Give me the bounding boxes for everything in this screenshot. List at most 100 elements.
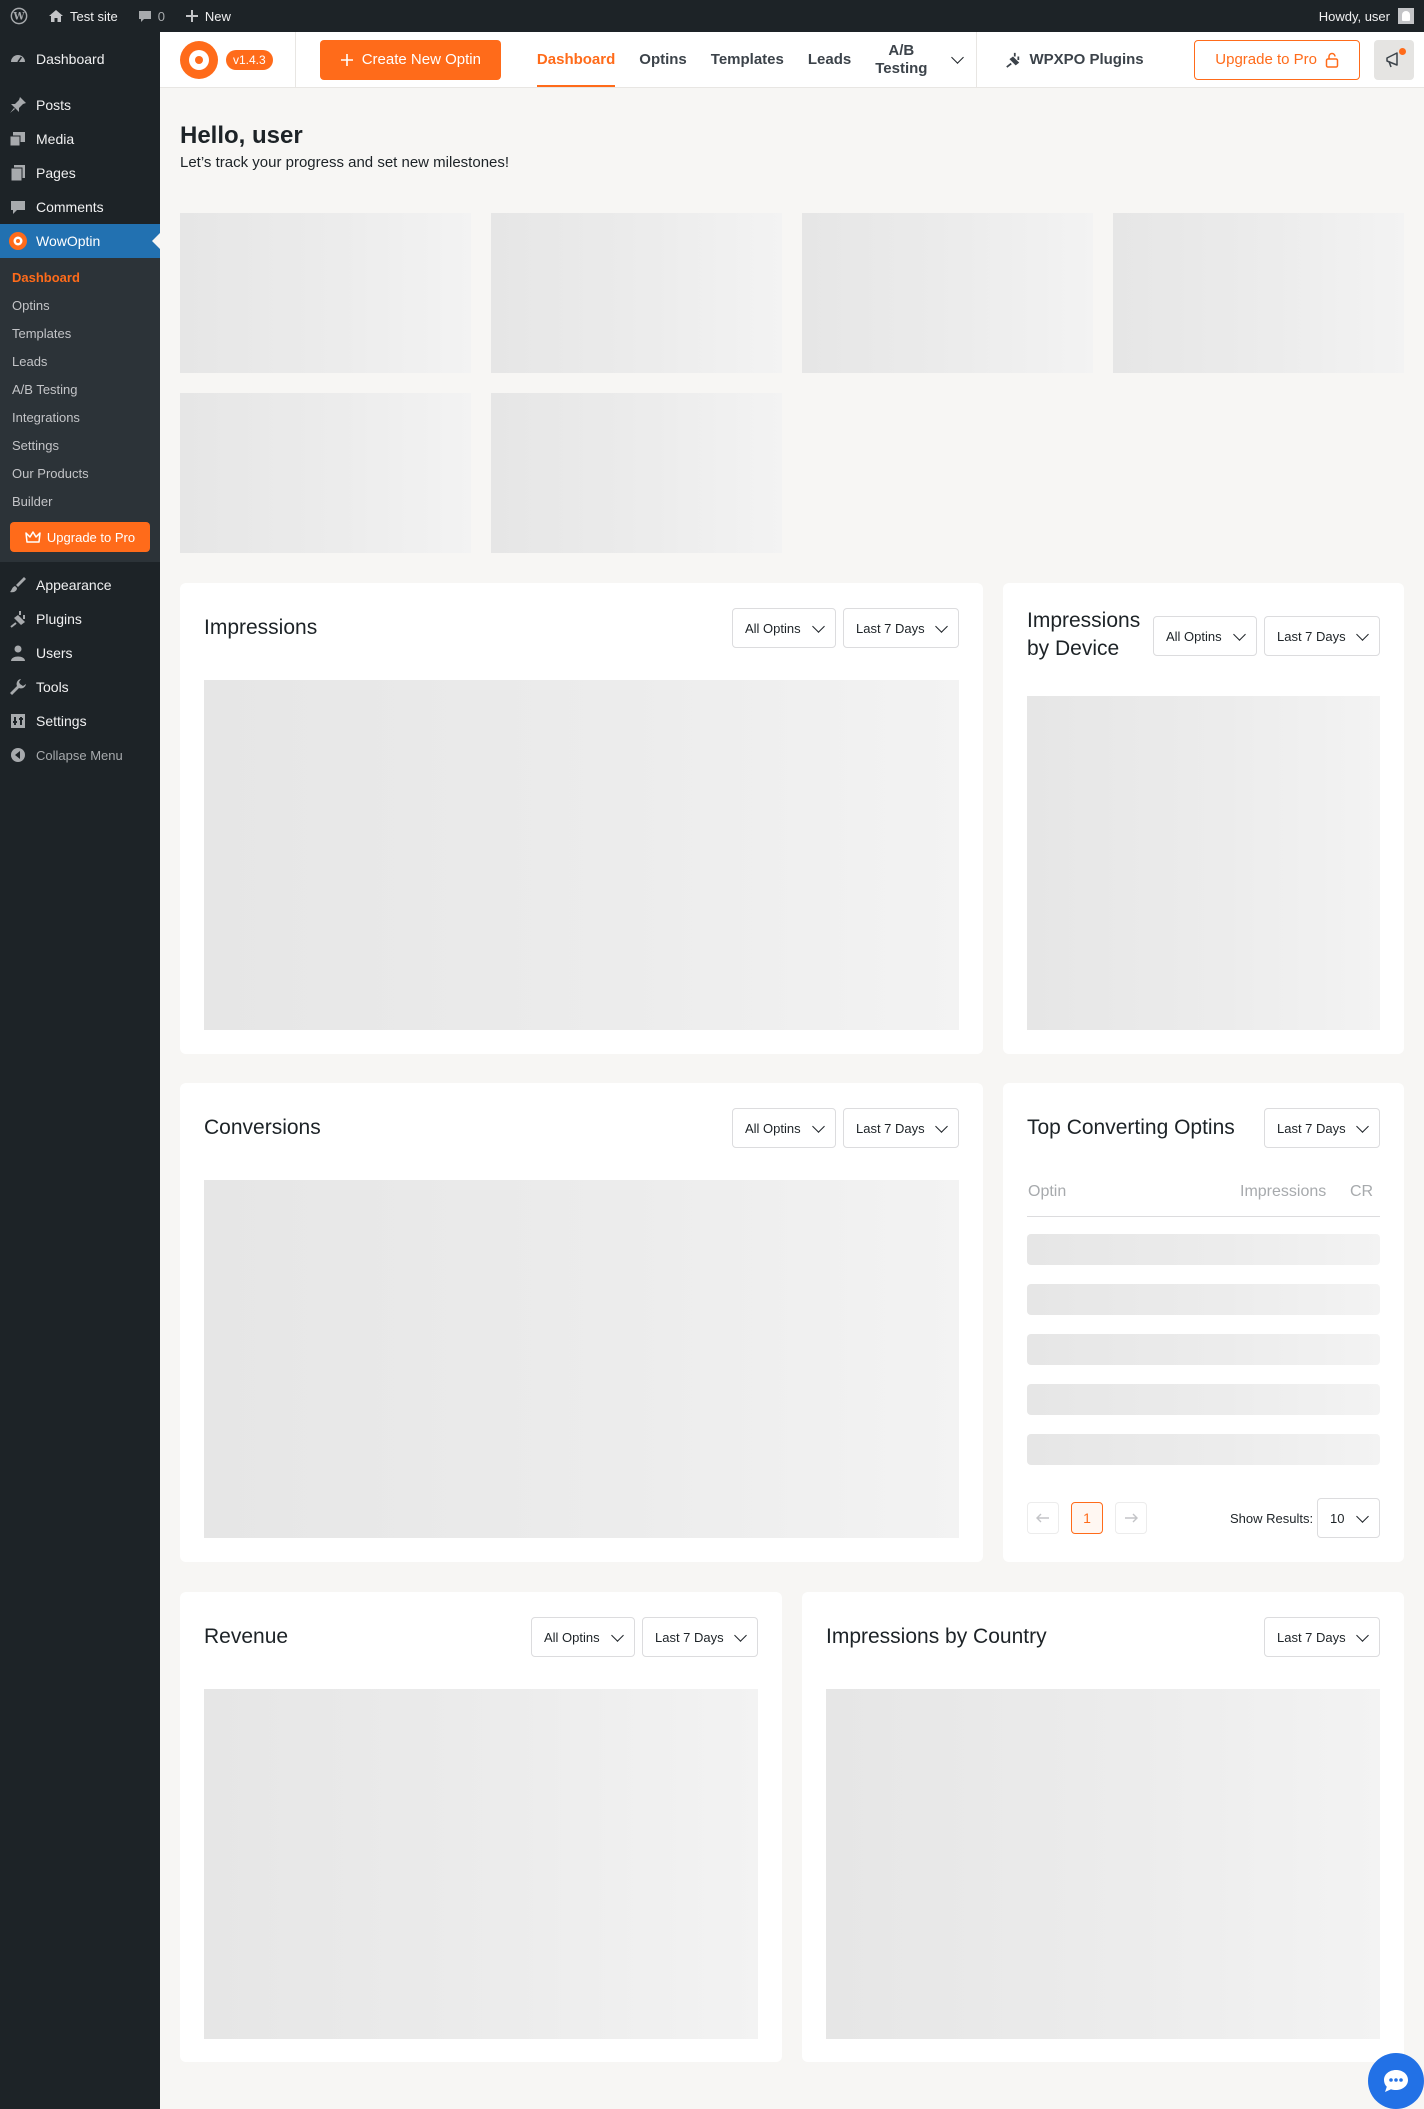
sidebar-item-media[interactable]: Media [0, 122, 160, 156]
plug-icon [8, 609, 28, 629]
table-row-skeleton [1027, 1284, 1380, 1315]
tab-leads[interactable]: Leads [796, 32, 863, 87]
submenu-leads[interactable]: Leads [0, 348, 160, 376]
pages-icon [8, 163, 28, 183]
sidebar-item-posts[interactable]: Posts [0, 88, 160, 122]
wowoptin-logo-icon [180, 40, 218, 79]
lock-icon [1325, 52, 1339, 68]
submenu-settings[interactable]: Settings [0, 432, 160, 460]
tab-ab-testing[interactable]: A/B Testing [863, 32, 939, 87]
comments-link[interactable]: 0 [128, 0, 175, 32]
device-optin-filter[interactable]: All Optins [1153, 616, 1257, 656]
revenue-date-filter[interactable]: Last 7 Days [642, 1617, 758, 1657]
top-converting-optins-card: Top Converting Optins Last 7 Days Optin … [1003, 1083, 1404, 1562]
tab-dashboard[interactable]: Dashboard [525, 32, 627, 87]
announcement-button[interactable] [1374, 39, 1414, 80]
sidebar-item-wowoptin[interactable]: WowOptin [0, 224, 160, 258]
submenu-builder[interactable]: Builder [0, 488, 160, 516]
chevron-down-icon [812, 1119, 825, 1133]
stat-card-skeleton [180, 213, 471, 373]
plugin-header: v1.4.3 Create New Optin Dashboard Optins… [160, 32, 1424, 88]
sidebar-item-label: Pages [36, 165, 76, 181]
page-subtitle: Let’s track your progress and set new mi… [180, 154, 510, 171]
submenu-dashboard[interactable]: Dashboard [0, 264, 160, 292]
submenu-ab-testing[interactable]: A/B Testing [0, 376, 160, 404]
device-date-filter[interactable]: Last 7 Days [1264, 616, 1380, 656]
wrench-icon [8, 677, 28, 697]
chat-icon [1384, 2070, 1408, 2092]
site-name: Test site [70, 8, 118, 24]
filter-label: Last 7 Days [1277, 1120, 1346, 1136]
plugin-logo[interactable]: v1.4.3 [160, 32, 296, 87]
submenu-our-products[interactable]: Our Products [0, 460, 160, 488]
create-new-optin-button[interactable]: Create New Optin [319, 39, 501, 80]
home-icon [49, 10, 63, 22]
revenue-card: Revenue All Optins Last 7 Days [180, 1592, 782, 2062]
sidebar-item-label: Appearance [36, 577, 112, 593]
prev-page-button[interactable] [1027, 1502, 1059, 1534]
tab-templates[interactable]: Templates [699, 32, 796, 87]
sidebar-item-settings[interactable]: Settings [0, 704, 160, 738]
sidebar-item-plugins[interactable]: Plugins [0, 602, 160, 636]
top-optins-date-filter[interactable]: Last 7 Days [1264, 1108, 1380, 1148]
media-icon [8, 129, 28, 149]
arrow-left-icon [1036, 1513, 1049, 1523]
sidebar-item-pages[interactable]: Pages [0, 156, 160, 190]
wpxpo-plugins-link[interactable]: WPXPO Plugins [977, 51, 1167, 68]
more-tabs-dropdown[interactable] [939, 32, 978, 87]
chat-widget-button[interactable] [1368, 2053, 1424, 2109]
account-menu[interactable]: Howdy, user [1319, 8, 1424, 24]
revenue-optin-filter[interactable]: All Optins [531, 1617, 635, 1657]
next-page-button[interactable] [1115, 1502, 1147, 1534]
show-results-select[interactable]: 10 [1317, 1498, 1380, 1538]
create-label: Create New Optin [361, 51, 481, 68]
filter-label: Last 7 Days [856, 620, 925, 636]
impressions-by-device-card: Impressions by Device All Optins Last 7 D… [1003, 583, 1404, 1054]
stat-card-skeleton [802, 213, 1093, 373]
settings-icon [8, 711, 28, 731]
sidebar-upgrade-button[interactable]: Upgrade to Pro [10, 522, 150, 552]
tab-optins[interactable]: Optins [627, 32, 699, 87]
sidebar-item-tools[interactable]: Tools [0, 670, 160, 704]
country-date-filter[interactable]: Last 7 Days [1264, 1617, 1380, 1657]
stat-card-skeleton [1113, 213, 1404, 373]
header-upgrade-button[interactable]: Upgrade to Pro [1194, 39, 1360, 80]
chevron-down-icon [1356, 1119, 1369, 1133]
select-value: 10 [1330, 1510, 1345, 1526]
conversions-date-filter[interactable]: Last 7 Days [843, 1108, 959, 1148]
table-header-divider [1027, 1216, 1380, 1217]
table-row-skeleton [1027, 1334, 1380, 1365]
wp-logo-button[interactable]: W [0, 0, 38, 32]
plus-icon [340, 53, 353, 66]
submenu-integrations[interactable]: Integrations [0, 404, 160, 432]
wpxpo-label: WPXPO Plugins [1029, 51, 1144, 68]
user-icon [8, 643, 28, 663]
conversions-optin-filter[interactable]: All Optins [732, 1108, 836, 1148]
sidebar-item-users[interactable]: Users [0, 636, 160, 670]
chevron-down-icon [1356, 1628, 1369, 1642]
impressions-card: Impressions All Optins Last 7 Days [180, 583, 983, 1054]
impressions-date-filter[interactable]: Last 7 Days [843, 608, 959, 648]
crown-icon [25, 531, 41, 543]
new-label: New [204, 8, 231, 24]
impressions-optin-filter[interactable]: All Optins [732, 608, 836, 648]
sidebar-item-comments[interactable]: Comments [0, 190, 160, 224]
page-number-button[interactable]: 1 [1071, 1502, 1103, 1534]
arrow-right-icon [1125, 1513, 1138, 1523]
conversions-chart-skeleton [204, 1180, 959, 1538]
site-name-link[interactable]: Test site [38, 0, 128, 32]
sidebar-item-dashboard[interactable]: Dashboard [0, 42, 160, 76]
collapse-menu-button[interactable]: Collapse Menu [0, 738, 160, 772]
wowoptin-icon [8, 231, 28, 251]
device-title: Impressions by Device [1027, 607, 1140, 663]
sidebar-item-appearance[interactable]: Appearance [0, 568, 160, 602]
admin-bar: W Test site 0 New Howdy, user [0, 0, 1424, 32]
header-upgrade-label: Upgrade to Pro [1215, 51, 1317, 68]
submenu-templates[interactable]: Templates [0, 320, 160, 348]
avatar [1398, 8, 1414, 24]
version-badge: v1.4.3 [226, 49, 273, 70]
notification-dot [1399, 47, 1406, 55]
collapse-icon [8, 745, 28, 765]
submenu-optins[interactable]: Optins [0, 292, 160, 320]
new-content-link[interactable]: New [175, 0, 241, 32]
